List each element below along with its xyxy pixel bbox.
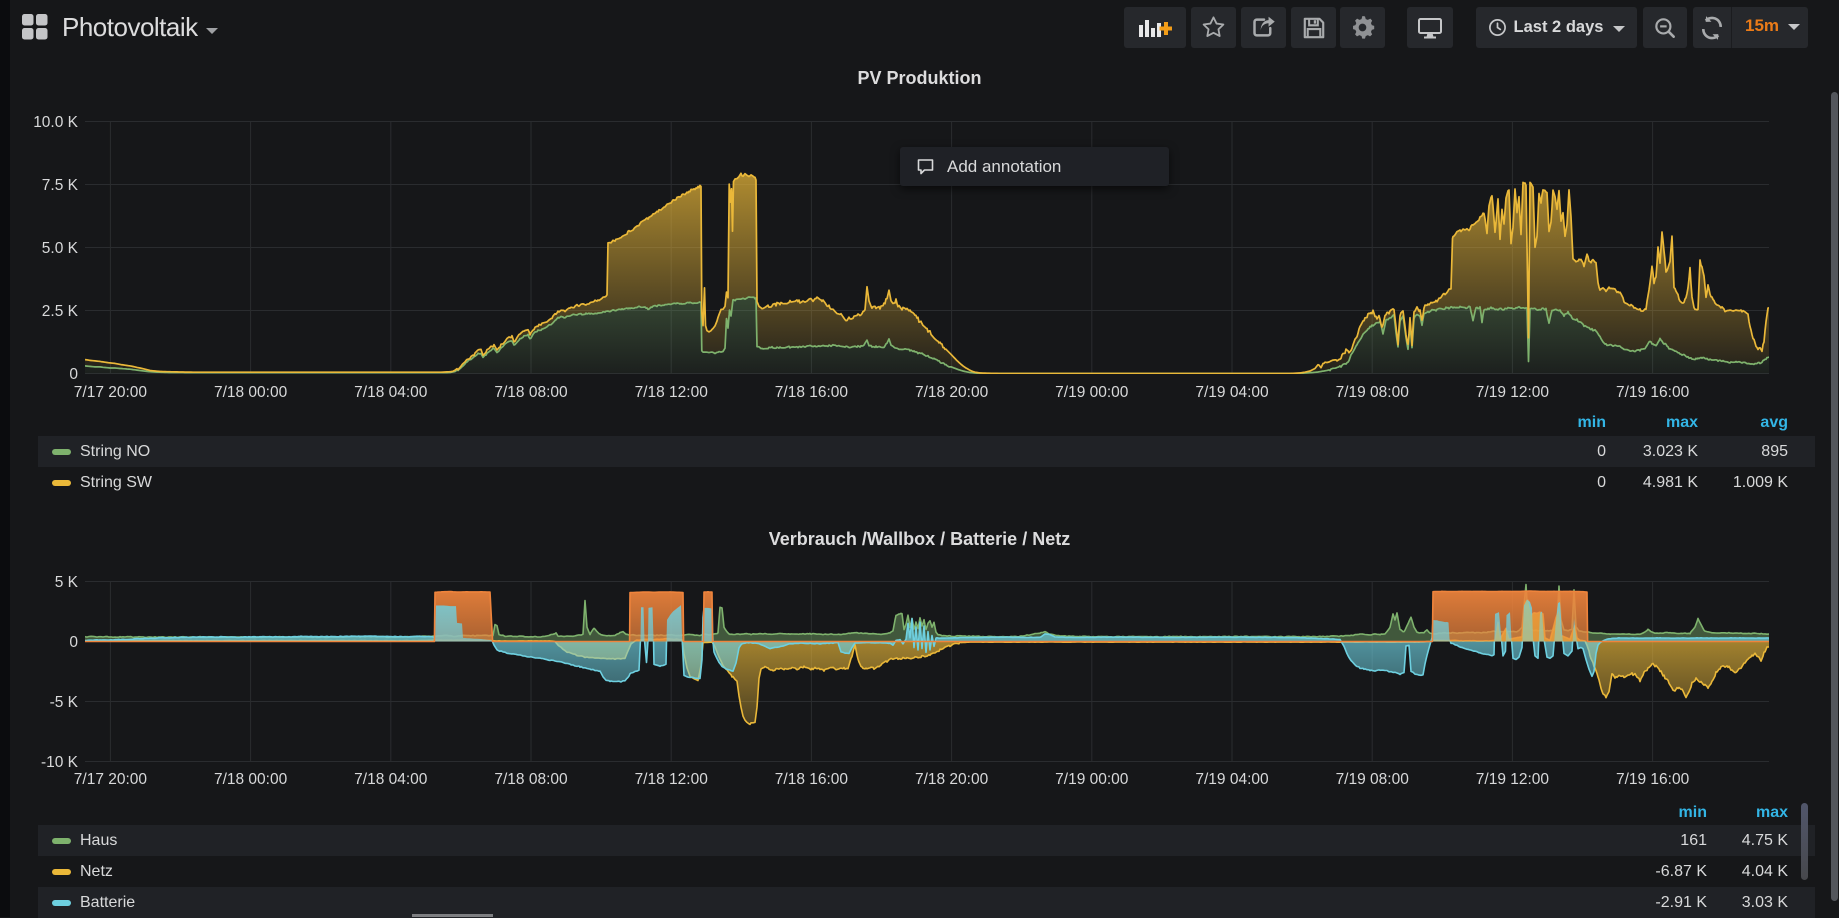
svg-text:7/19 00:00: 7/19 00:00 xyxy=(1055,384,1129,401)
svg-text:7/18 12:00: 7/18 12:00 xyxy=(635,384,709,401)
svg-text:5.0 K: 5.0 K xyxy=(42,240,79,257)
svg-text:0: 0 xyxy=(69,634,78,651)
svg-text:7/17 20:00: 7/17 20:00 xyxy=(74,384,148,401)
svg-text:7/19 04:00: 7/19 04:00 xyxy=(1195,771,1269,788)
svg-text:7/19 08:00: 7/19 08:00 xyxy=(1336,771,1410,788)
svg-text:7/18 20:00: 7/18 20:00 xyxy=(915,384,989,401)
svg-text:7/19 12:00: 7/19 12:00 xyxy=(1476,771,1550,788)
svg-text:7/17 20:00: 7/17 20:00 xyxy=(74,771,148,788)
svg-text:7/18 00:00: 7/18 00:00 xyxy=(214,384,288,401)
svg-text:7/19 00:00: 7/19 00:00 xyxy=(1055,771,1129,788)
svg-text:0: 0 xyxy=(69,366,78,383)
svg-text:2.5 K: 2.5 K xyxy=(42,303,79,320)
svg-text:7/18 08:00: 7/18 08:00 xyxy=(494,384,568,401)
svg-text:7/19 16:00: 7/19 16:00 xyxy=(1616,771,1690,788)
svg-text:7/19 04:00: 7/19 04:00 xyxy=(1195,384,1269,401)
svg-text:7/18 08:00: 7/18 08:00 xyxy=(494,771,568,788)
svg-text:7/19 12:00: 7/19 12:00 xyxy=(1476,384,1550,401)
svg-text:5 K: 5 K xyxy=(55,574,79,591)
svg-text:7/18 16:00: 7/18 16:00 xyxy=(775,384,849,401)
svg-text:7/18 20:00: 7/18 20:00 xyxy=(915,771,989,788)
svg-text:-5 K: -5 K xyxy=(50,694,79,711)
svg-text:7/19 16:00: 7/19 16:00 xyxy=(1616,384,1690,401)
svg-text:7/18 00:00: 7/18 00:00 xyxy=(214,771,288,788)
svg-text:7/18 04:00: 7/18 04:00 xyxy=(354,771,428,788)
svg-text:7.5 K: 7.5 K xyxy=(42,177,79,194)
svg-text:7/19 08:00: 7/19 08:00 xyxy=(1336,384,1410,401)
svg-text:7/18 12:00: 7/18 12:00 xyxy=(635,771,709,788)
svg-text:7/18 16:00: 7/18 16:00 xyxy=(775,771,849,788)
svg-text:-10 K: -10 K xyxy=(41,754,79,771)
svg-text:10.0 K: 10.0 K xyxy=(33,114,78,131)
svg-text:7/18 04:00: 7/18 04:00 xyxy=(354,384,428,401)
